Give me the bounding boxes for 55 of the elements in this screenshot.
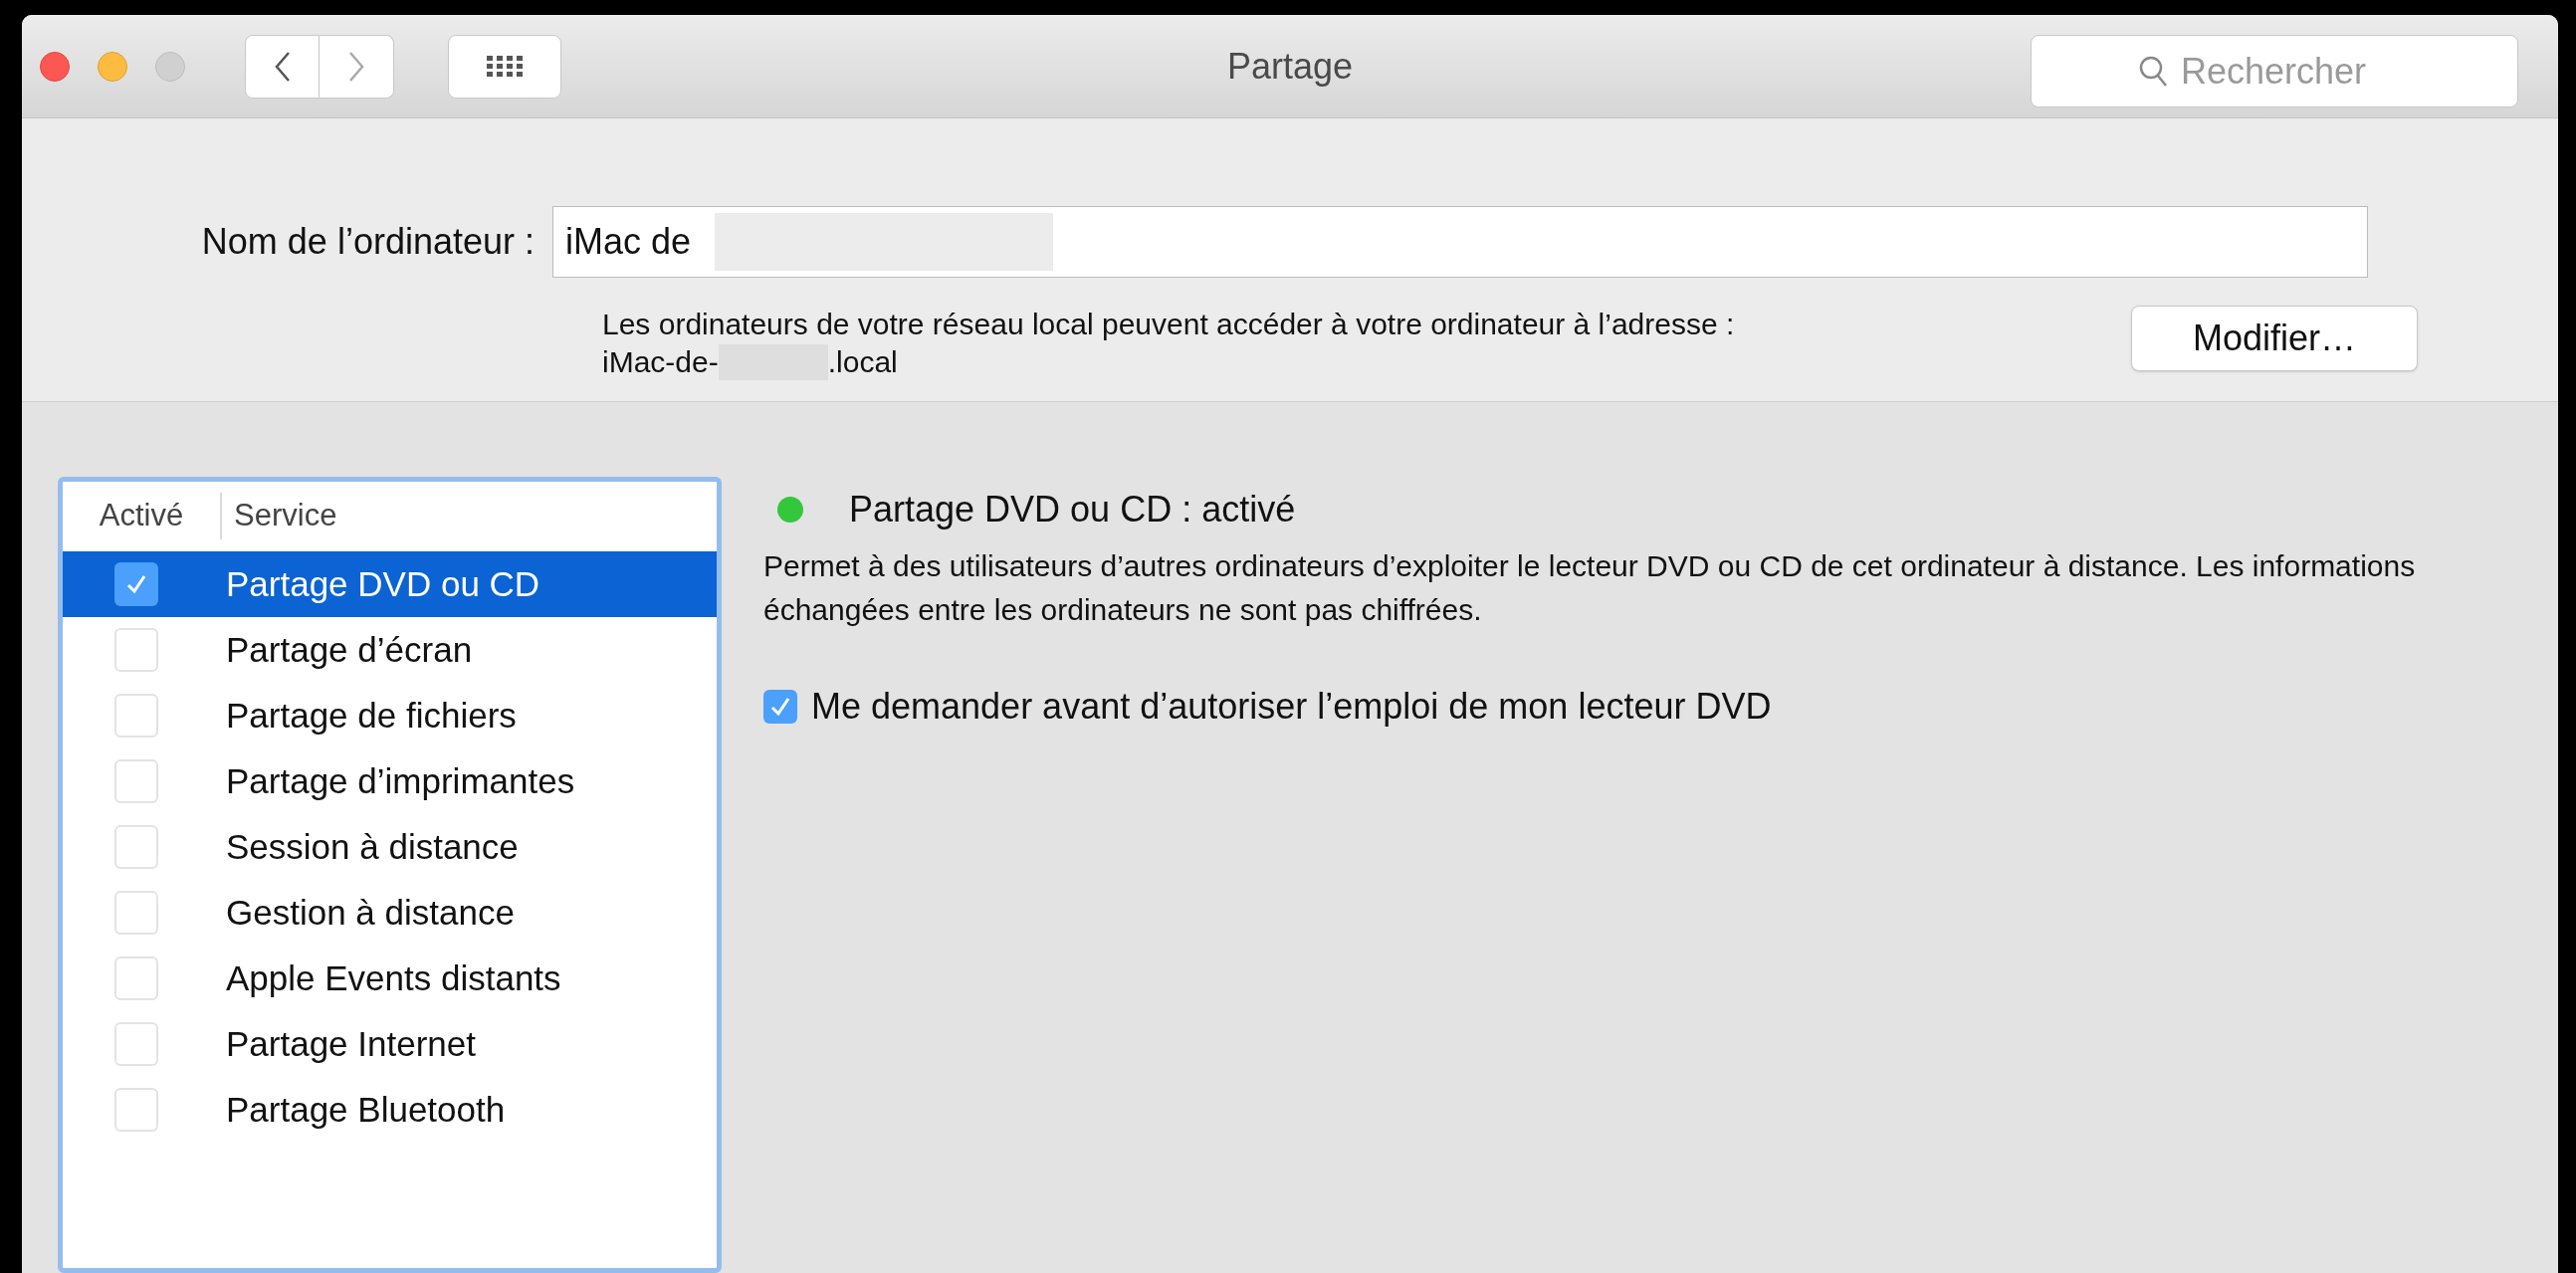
host-address-suffix: .local (827, 344, 898, 381)
service-row[interactable]: Apple Events distants (63, 946, 717, 1011)
service-description: Permet à des utilisateurs d’autres ordinateurs d’exploiter le lecteur DVD ou CD de cet ordinateur à distance. Les informations échangées entre les ordinateurs ne sont pas chiffrées. (763, 548, 2416, 628)
service-row[interactable]: Gestion à distance (63, 880, 717, 946)
search-input[interactable]: Rechercher (2181, 44, 2410, 99)
checkbox[interactable] (114, 1022, 158, 1066)
checkbox[interactable] (114, 628, 158, 672)
service-name: Partage DVD ou CD (226, 562, 540, 605)
forward-button[interactable] (320, 34, 394, 99)
status-heading: Partage DVD ou CD : activé (849, 488, 1296, 531)
service-row[interactable]: Session à distance (63, 814, 717, 880)
search-icon (2139, 55, 2169, 88)
checkbox[interactable] (114, 1088, 158, 1132)
host-address: iMac-de- (602, 344, 719, 381)
checkmark-icon (125, 573, 147, 595)
checkbox-label[interactable]: Me demander avant d’autoriser l’emploi de mon lecteur DVD (811, 680, 1772, 734)
service-name: Partage de fichiers (226, 694, 517, 737)
back-button[interactable] (245, 34, 320, 99)
service-name: Partage Bluetooth (226, 1088, 506, 1131)
checkbox[interactable] (114, 891, 158, 935)
zoom-icon[interactable] (155, 51, 185, 82)
computer-name-field[interactable]: iMac de (552, 206, 2368, 279)
service-row[interactable]: Partage Bluetooth (63, 1077, 717, 1143)
checkbox[interactable] (114, 759, 158, 803)
checkbox[interactable] (114, 694, 158, 738)
checkbox[interactable] (763, 690, 797, 724)
search-field[interactable]: Rechercher (2031, 35, 2518, 107)
service-row[interactable]: Partage de fichiers (63, 683, 717, 748)
checkbox[interactable] (114, 562, 158, 606)
checkbox[interactable] (114, 956, 158, 1000)
checkmark-icon (769, 696, 791, 718)
window-title: Partage (1226, 44, 1354, 89)
close-icon[interactable] (40, 51, 70, 82)
service-row[interactable]: Partage Internet (63, 1011, 717, 1077)
service-row[interactable]: Partage d’écran (63, 617, 717, 683)
grid-icon (487, 55, 523, 78)
chevron-right-icon (347, 50, 365, 83)
checkbox[interactable] (114, 825, 158, 869)
minimize-icon[interactable] (98, 51, 127, 82)
computer-name-label: Nom de l’ordinateur : (200, 220, 536, 265)
show-all-button[interactable] (448, 34, 561, 99)
service-name: Partage d’écran (226, 628, 473, 671)
modify-button[interactable]: Modifier… (2131, 306, 2418, 372)
service-name: Partage d’imprimantes (226, 759, 575, 802)
service-name: Apple Events distants (226, 956, 561, 999)
service-row[interactable]: Partage DVD ou CD (63, 551, 717, 617)
column-header[interactable]: Activé (63, 493, 222, 539)
chevron-left-icon (273, 50, 292, 83)
address-description: Les ordinateurs de votre réseau local peuvent accéder à votre ordinateur à l’adresse : (602, 307, 1736, 343)
service-row[interactable]: Partage d’imprimantes (63, 748, 717, 814)
column-header[interactable]: Service (222, 493, 337, 539)
service-name: Session à distance (226, 825, 519, 868)
computer-name-input[interactable]: iMac de (565, 215, 715, 270)
service-name: Gestion à distance (226, 891, 515, 934)
service-name: Partage Internet (226, 1022, 476, 1065)
